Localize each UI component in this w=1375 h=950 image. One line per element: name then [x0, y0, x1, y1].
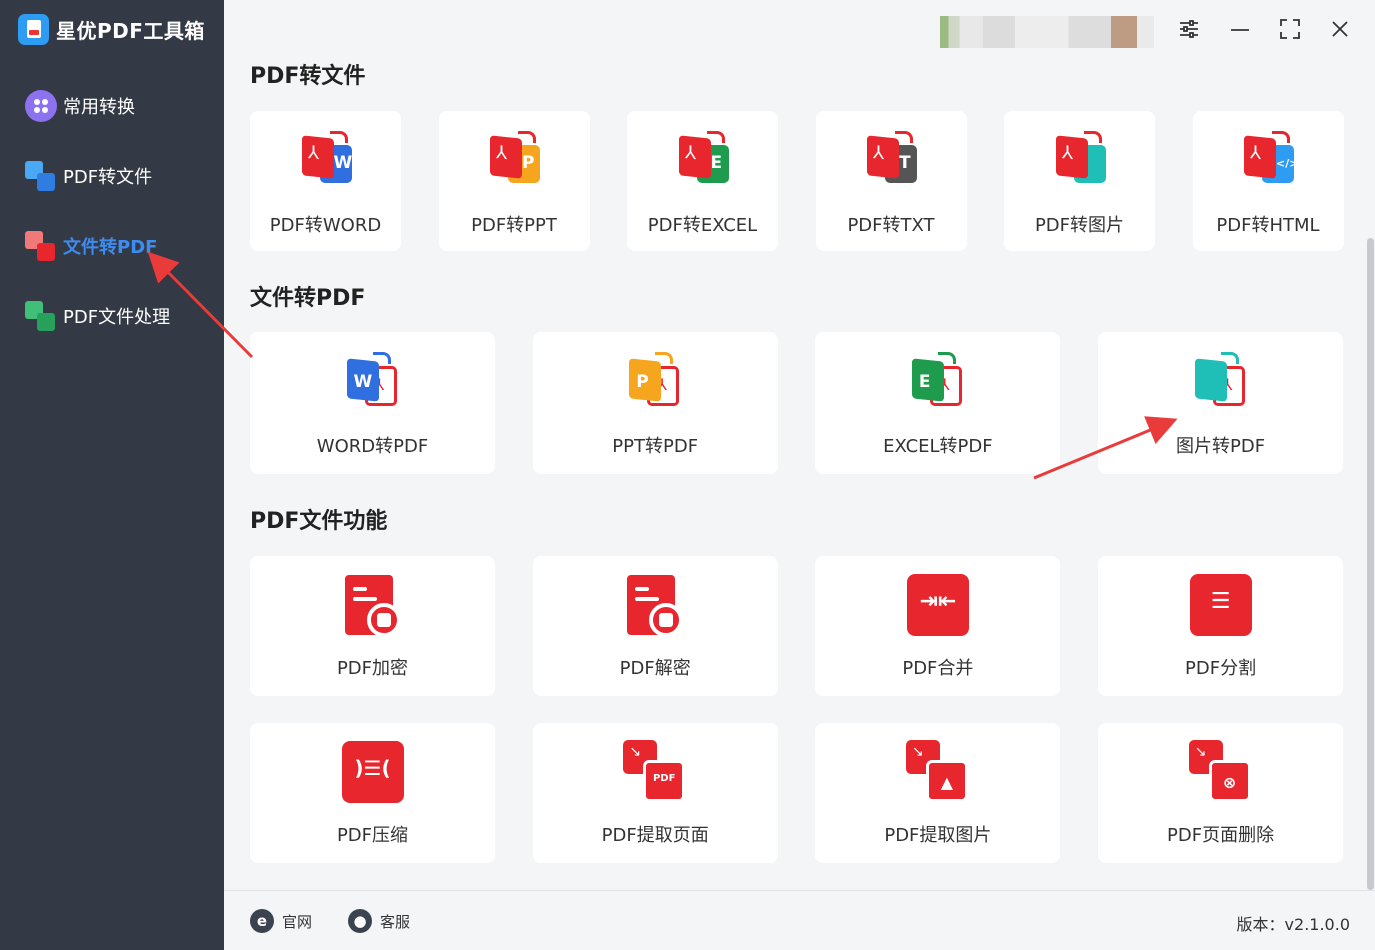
browser-e-icon: e [250, 909, 274, 933]
sidebar-item-label: 文件转PDF [63, 237, 158, 258]
pdf-convert-icon: </> [1238, 131, 1298, 189]
apps-grid-icon [24, 89, 58, 123]
website-link[interactable]: e 官网 [250, 909, 312, 933]
sidebar: 星优PDF工具箱 常用转换 PDF转文件 文件转PDF PDF文件处理 [0, 0, 224, 950]
version-text: 版本：v2.1.0.0 [1236, 915, 1350, 934]
tool-card-pdf-to-file[interactable]: PDF转图片 [1004, 111, 1155, 251]
tool-card-pdf-function[interactable]: PDF加密 [250, 556, 495, 696]
tool-card-label: 图片转PDF [1176, 436, 1266, 457]
scrollbar-thumb[interactable] [1367, 238, 1374, 890]
section-title-pdf-functions: PDF文件功能 [250, 509, 388, 534]
pdf-convert-icon: W [296, 131, 356, 189]
tool-card-label: PDF转EXCEL [647, 215, 758, 236]
pdf-convert-icon: P [484, 131, 544, 189]
file-to-pdf-convert-icon: E [908, 352, 968, 410]
file-to-pdf-convert-icon: P [625, 352, 685, 410]
maximize-icon[interactable] [1279, 18, 1301, 40]
tool-card-pdf-function[interactable]: ▲ ↘ PDF提取图片 [815, 723, 1061, 863]
tool-card-pdf-to-file[interactable]: E PDF转EXCEL [627, 111, 778, 251]
extract-page-icon: PDF ↘ [623, 740, 687, 804]
tool-card-pdf-to-file[interactable]: T PDF转TXT [815, 111, 967, 251]
chat-bubble-icon: ● [348, 909, 372, 933]
tool-card-file-to-pdf[interactable]: 图片转PDF [1098, 332, 1344, 474]
tool-card-pdf-function[interactable]: ⇥⇤ PDF合并 [815, 556, 1061, 696]
tool-card-label: PDF提取图片 [884, 825, 992, 846]
tool-card-pdf-function[interactable]: )☰( PDF压缩 [250, 723, 495, 863]
pdf-process-icon [24, 299, 58, 333]
footer: e 官网 ● 客服 版本：v2.1.0.0 [224, 890, 1375, 950]
tool-card-label: EXCEL转PDF [883, 436, 993, 457]
pdf-convert-icon [1050, 131, 1110, 189]
file-to-pdf-icon [24, 229, 58, 263]
file-to-pdf-convert-icon: W [343, 352, 403, 410]
settings-sliders-icon[interactable] [1178, 18, 1200, 40]
tool-card-label: PDF压缩 [336, 825, 409, 846]
tool-card-label: WORD转PDF [316, 436, 429, 457]
tool-card-pdf-function[interactable]: ⊗ ↘ PDF页面删除 [1098, 723, 1344, 863]
tool-card-pdf-to-file[interactable]: W PDF转WORD [250, 111, 401, 251]
tool-card-label: PDF合并 [902, 658, 974, 679]
tool-card-label: PDF加密 [336, 658, 409, 679]
minimize-icon[interactable] [1229, 18, 1251, 40]
sidebar-item-file-to-pdf[interactable]: 文件转PDF [24, 229, 157, 263]
user-avatar[interactable] [940, 16, 1154, 48]
support-label: 客服 [380, 912, 411, 931]
tool-card-file-to-pdf[interactable]: W WORD转PDF [250, 332, 495, 474]
tool-card-label: PDF页面删除 [1167, 825, 1275, 846]
sidebar-item-label: PDF转文件 [63, 167, 153, 188]
title-bar [224, 0, 1375, 56]
tool-card-label: PDF转图片 [1034, 215, 1125, 236]
app-logo-icon [18, 14, 49, 45]
app-brand: 星优PDF工具箱 [18, 14, 205, 45]
merge-icon: ⇥⇤ [906, 573, 970, 637]
compress-icon: )☰( [341, 740, 405, 804]
tool-card-file-to-pdf[interactable]: E EXCEL转PDF [815, 332, 1061, 474]
sidebar-item-pdf-process[interactable]: PDF文件处理 [24, 299, 170, 333]
pdf-lock-icon [341, 573, 405, 637]
tool-card-label: PDF转PPT [471, 215, 557, 236]
support-link[interactable]: ● 客服 [348, 909, 410, 933]
sidebar-item-common-convert[interactable]: 常用转换 [24, 89, 135, 123]
delete-page-icon: ⊗ ↘ [1188, 740, 1253, 804]
section-title-pdf-to-file: PDF转文件 [250, 64, 366, 89]
tool-card-label: PDF转WORD [269, 215, 382, 236]
tool-card-label: PPT转PDF [612, 436, 699, 457]
tool-card-pdf-function[interactable]: PDF解密 [532, 556, 778, 696]
pdf-key-icon [623, 573, 687, 637]
tool-card-label: PDF分割 [1185, 658, 1257, 679]
tool-card-label: PDF转TXT [847, 215, 935, 236]
tool-card-pdf-to-file[interactable]: P PDF转PPT [438, 111, 590, 251]
pdf-to-file-icon [24, 159, 58, 193]
close-icon[interactable] [1329, 18, 1351, 40]
tool-card-pdf-to-file[interactable]: </> PDF转HTML [1192, 111, 1344, 251]
tool-card-label: PDF解密 [619, 658, 691, 679]
tool-card-pdf-function[interactable]: ☰ PDF分割 [1098, 556, 1344, 696]
sidebar-item-pdf-to-file[interactable]: PDF转文件 [24, 159, 152, 193]
app-title: 星优PDF工具箱 [56, 19, 205, 43]
extract-image-icon: ▲ ↘ [905, 740, 970, 804]
tool-card-label: PDF转HTML [1216, 215, 1320, 236]
file-to-pdf-convert-icon [1191, 352, 1251, 410]
section-title-file-to-pdf: 文件转PDF [250, 286, 366, 311]
split-icon: ☰ [1189, 573, 1253, 637]
pdf-convert-icon: T [861, 131, 921, 189]
website-label: 官网 [282, 912, 313, 931]
sidebar-item-label: PDF文件处理 [63, 307, 171, 328]
tool-card-pdf-function[interactable]: PDF ↘ PDF提取页面 [532, 723, 778, 863]
sidebar-item-label: 常用转换 [63, 97, 135, 118]
tool-card-label: PDF提取页面 [601, 825, 709, 846]
pdf-convert-icon: E [673, 131, 733, 189]
tool-card-file-to-pdf[interactable]: P PPT转PDF [532, 332, 778, 474]
